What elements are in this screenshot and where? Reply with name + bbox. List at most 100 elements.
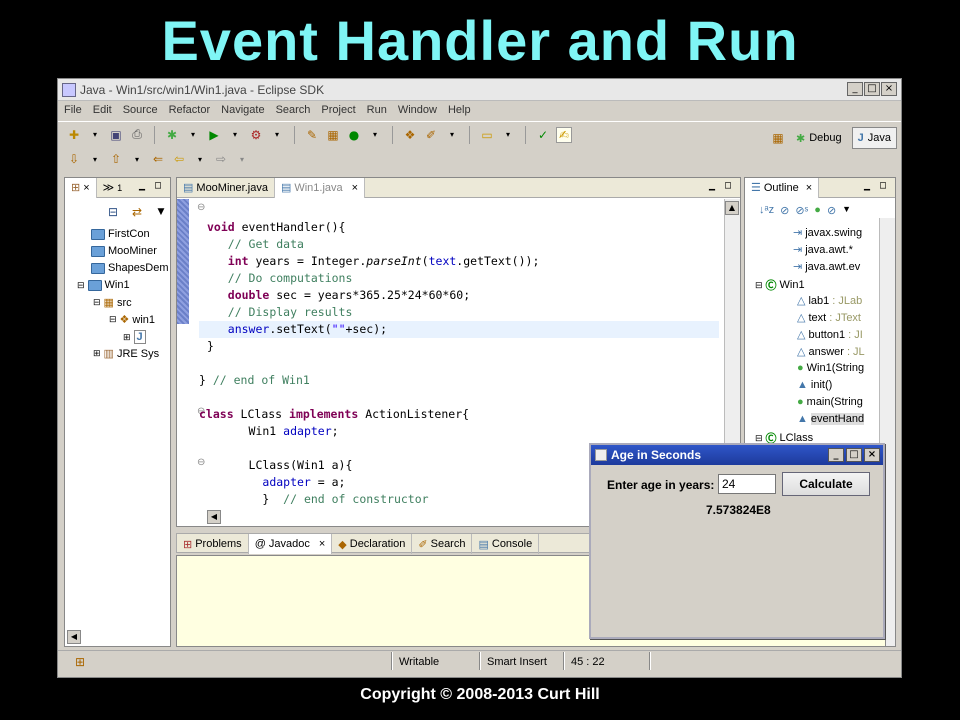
minimize-icon[interactable]: ▁ (136, 181, 148, 193)
hide-static-icon[interactable]: ⊘ˢ (795, 204, 808, 217)
src-folder-item[interactable]: ⊟ ▦ src (93, 296, 132, 310)
constructor-item[interactable]: ● Win1(String (797, 362, 864, 374)
project-item[interactable]: ShapesDem (91, 262, 169, 274)
collapse-icon[interactable]: ⊟ (93, 297, 101, 308)
dropdown-icon[interactable]: ▾ (129, 151, 145, 167)
menu-file[interactable]: File (64, 104, 82, 116)
scroll-left-arrow[interactable]: ◀ (207, 510, 221, 524)
package-item[interactable]: ⊟ ❖ win1 (109, 313, 155, 327)
minimize-icon[interactable]: ▁ (706, 181, 718, 193)
dropdown-icon[interactable]: ▾ (227, 127, 243, 143)
debug-perspective-button[interactable]: ✱ Debug (790, 127, 848, 149)
search-icon[interactable]: ✐ (423, 127, 439, 143)
maximize-icon[interactable]: □ (152, 181, 164, 193)
external-tools-icon[interactable]: ⚙ (248, 127, 264, 143)
open-folder-icon[interactable]: ▭ (479, 127, 495, 143)
run-icon[interactable]: ▶ (206, 127, 222, 143)
maximize-icon[interactable]: □ (877, 181, 889, 193)
dropdown-icon[interactable]: ▾ (185, 127, 201, 143)
task-icon[interactable]: ✓ (535, 127, 551, 143)
menu-source[interactable]: Source (123, 104, 158, 116)
new-java-project-icon[interactable]: ✎ (304, 127, 320, 143)
maximize-button[interactable]: □ (864, 82, 880, 96)
expand-icon[interactable]: ⊞ (93, 348, 101, 359)
collapse-icon[interactable]: ⊟ (755, 433, 763, 444)
collapse-icon[interactable]: ⊟ (755, 280, 763, 291)
last-edit-icon[interactable]: ⇐ (150, 151, 166, 167)
close-icon[interactable]: × (806, 182, 812, 194)
print-icon[interactable]: ⎙ (129, 127, 145, 143)
view-menu-icon[interactable]: ▼ (842, 204, 851, 217)
menu-project[interactable]: Project (321, 104, 355, 116)
menu-window[interactable]: Window (398, 104, 437, 116)
forward-icon[interactable]: ⇨ (213, 151, 229, 167)
back-icon[interactable]: ⇦ (171, 151, 187, 167)
dropdown-icon[interactable]: ▾ (234, 151, 250, 167)
method-item[interactable]: ● main(String (797, 396, 863, 408)
hide-nonpublic-icon[interactable]: ● (814, 204, 821, 217)
tab-problems[interactable]: ⊞ Problems (177, 534, 249, 554)
new-class-icon[interactable]: ● (346, 127, 362, 143)
jre-library-item[interactable]: ⊞ ▥ JRE Sys (93, 347, 159, 361)
method-item[interactable]: ▲ init() (797, 379, 832, 391)
close-icon[interactable]: × (319, 538, 325, 550)
hide-fields-icon[interactable]: ⊘ (780, 204, 789, 217)
calculate-button[interactable]: Calculate (782, 472, 870, 496)
close-icon[interactable]: × (352, 182, 358, 194)
minimize-button[interactable]: _ (847, 82, 863, 96)
new-package-icon[interactable]: ▦ (325, 127, 341, 143)
fold-marker-icon[interactable]: ⊖ (197, 202, 205, 213)
next-annotation-icon[interactable]: ⇩ (66, 151, 82, 167)
import-item[interactable]: ⇥ javax.swing (793, 226, 862, 240)
tab-declaration[interactable]: ◆ Declaration (332, 534, 413, 554)
tab-javadoc[interactable]: @ Javadoc × (248, 534, 333, 554)
save-icon[interactable]: ▣ (108, 127, 124, 143)
project-item[interactable]: ⊟ Win1 (77, 279, 130, 291)
dropdown-icon[interactable]: ▾ (500, 127, 516, 143)
new-icon[interactable]: ✚ (66, 127, 82, 143)
java-file-item[interactable]: ⊞ J (123, 330, 146, 344)
menu-navigate[interactable]: Navigate (221, 104, 264, 116)
field-item[interactable]: △ answer : JL (797, 345, 865, 359)
open-perspective-icon[interactable]: ▦ (770, 130, 786, 146)
age-input[interactable] (718, 474, 776, 494)
tab-win1-java[interactable]: ▤ Win1.java × (274, 177, 366, 198)
tab-outline[interactable]: ☰ Outline × (745, 177, 820, 198)
collapse-all-icon[interactable]: ⊟ (105, 204, 121, 220)
tab-search[interactable]: ✐ Search (412, 534, 473, 554)
link-editor-icon[interactable]: ⇄ (129, 204, 145, 220)
field-item[interactable]: △ lab1 : JLab (797, 294, 862, 308)
debug-icon[interactable]: ✱ (164, 127, 180, 143)
java-perspective-button[interactable]: J Java (851, 127, 897, 149)
method-item-selected[interactable]: ▲ eventHand (797, 413, 865, 425)
tab-moominer-java[interactable]: ▤ MooMiner.java (177, 177, 275, 198)
collapse-icon[interactable]: ⊟ (109, 314, 117, 325)
maximize-icon[interactable]: □ (722, 181, 734, 193)
collapse-icon[interactable]: ⊟ (77, 280, 85, 291)
fast-view-icon[interactable]: ⊞ (72, 654, 88, 670)
close-icon[interactable]: × (83, 182, 89, 194)
dropdown-icon[interactable]: ▾ (192, 151, 208, 167)
menu-edit[interactable]: Edit (93, 104, 112, 116)
dialog-maximize-button[interactable]: □ (846, 448, 862, 462)
highlight-icon[interactable]: ✍ (556, 126, 572, 143)
open-type-icon[interactable]: ❖ (402, 127, 418, 143)
tab-package-explorer[interactable]: ⊞ × (65, 177, 97, 198)
dropdown-icon[interactable]: ▾ (367, 127, 383, 143)
fold-marker-icon[interactable]: ⊖ (197, 457, 205, 468)
field-item[interactable]: △ button1 : JI (797, 328, 863, 342)
field-item[interactable]: △ text : JText (797, 311, 861, 325)
close-button[interactable]: × (881, 82, 897, 96)
dialog-minimize-button[interactable]: _ (828, 448, 844, 462)
dropdown-icon[interactable]: ▾ (87, 151, 103, 167)
dropdown-icon[interactable]: ▾ (444, 127, 460, 143)
dropdown-icon[interactable]: ▾ (87, 127, 103, 143)
tab-console[interactable]: ▤ Console (472, 534, 540, 554)
dropdown-icon[interactable]: ▾ (269, 127, 285, 143)
menu-run[interactable]: Run (367, 104, 387, 116)
menu-help[interactable]: Help (448, 104, 471, 116)
import-item[interactable]: ⇥ java.awt.ev (793, 260, 860, 274)
project-item[interactable]: FirstCon (91, 228, 150, 240)
project-item[interactable]: MooMiner (91, 245, 157, 257)
minimize-icon[interactable]: ▁ (861, 181, 873, 193)
